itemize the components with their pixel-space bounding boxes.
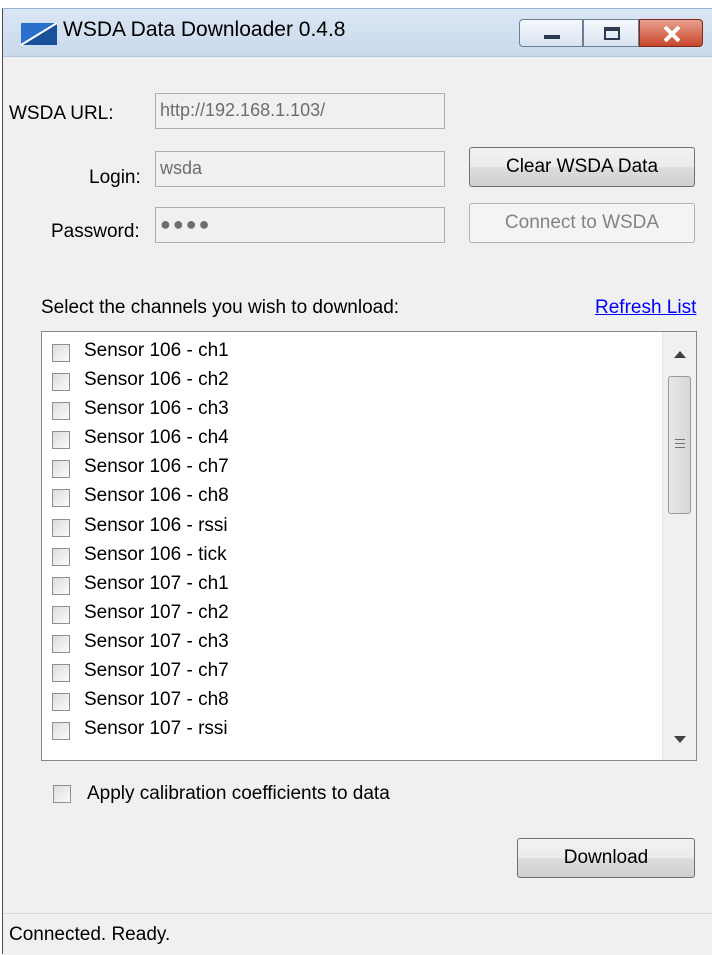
app-window: WSDA Data Downloader 0.4.8 WSDA URL: htt…	[2, 8, 712, 955]
channel-checkbox[interactable]	[52, 344, 70, 362]
channel-list-item[interactable]: Sensor 106 - ch7	[42, 456, 662, 485]
channel-list-item[interactable]: Sensor 106 - ch3	[42, 398, 662, 427]
login-label: Login:	[89, 167, 141, 188]
channel-checkbox[interactable]	[52, 693, 70, 712]
scroll-up-arrow-icon[interactable]	[663, 336, 697, 370]
channel-list-item[interactable]: Sensor 106 - ch4	[42, 427, 662, 456]
grip-line	[675, 439, 685, 440]
maximize-button[interactable]	[583, 19, 639, 47]
window-title: WSDA Data Downloader 0.4.8	[63, 18, 346, 41]
channel-list-item[interactable]: Sensor 107 - rssi	[42, 718, 662, 747]
channel-label: Sensor 106 - ch3	[84, 398, 229, 420]
channel-list-item[interactable]: Sensor 107 - ch8	[42, 689, 662, 718]
login-field[interactable]: wsda	[155, 151, 445, 187]
connect-to-wsda-button[interactable]: Connect to WSDA	[469, 203, 695, 243]
close-icon	[663, 25, 681, 43]
maximize-icon	[604, 27, 620, 40]
vertical-scrollbar[interactable]	[662, 332, 696, 760]
channel-label: Sensor 106 - ch2	[84, 369, 229, 391]
channel-list-item[interactable]: Sensor 107 - ch3	[42, 631, 662, 660]
channel-label: Sensor 107 - ch3	[84, 630, 229, 652]
channel-checkbox[interactable]	[52, 431, 70, 450]
channel-checkbox[interactable]	[52, 605, 70, 624]
password-field[interactable]: ●●●●	[155, 207, 445, 243]
channel-list-item[interactable]: Sensor 106 - ch1	[42, 340, 662, 369]
title-bar[interactable]: WSDA Data Downloader 0.4.8	[3, 9, 712, 57]
channel-checkbox[interactable]	[52, 722, 70, 741]
channel-list-item[interactable]: Sensor 107 - ch7	[42, 660, 662, 689]
channel-listbox[interactable]: Sensor 106 - ch1 Sensor 106 - ch2 Sensor 1…	[41, 331, 697, 761]
channel-list-item[interactable]: Sensor 106 - rssi	[42, 515, 662, 544]
channel-list-item[interactable]: Sensor 106 - tick	[42, 544, 662, 573]
download-button[interactable]: Download	[517, 838, 695, 878]
scroll-down-arrow-icon[interactable]	[663, 724, 697, 758]
channel-list-item[interactable]: Sensor 107 - ch2	[42, 602, 662, 631]
status-bar: Connected. Ready.	[3, 913, 712, 955]
channel-label: Sensor 107 - rssi	[84, 718, 228, 740]
channel-label: Sensor 107 - ch1	[84, 572, 229, 594]
channel-checkbox[interactable]	[52, 460, 70, 479]
channel-checkbox[interactable]	[52, 547, 70, 566]
channel-select-prompt: Select the channels you wish to download…	[41, 297, 400, 318]
channel-checkbox[interactable]	[52, 634, 70, 653]
channel-list-item[interactable]: Sensor 106 - ch2	[42, 369, 662, 398]
channel-list-item[interactable]: Sensor 106 - ch8	[42, 485, 662, 514]
channel-label: Sensor 107 - ch2	[84, 601, 229, 623]
channel-checkbox[interactable]	[52, 373, 70, 392]
app-icon	[20, 22, 58, 46]
channel-label: Sensor 106 - ch4	[84, 427, 229, 449]
channel-label: Sensor 106 - tick	[84, 543, 227, 565]
channel-label: Sensor 106 - ch1	[84, 340, 229, 361]
refresh-list-link[interactable]: Refresh List	[595, 297, 696, 319]
channel-checkbox[interactable]	[52, 489, 70, 508]
channel-label: Sensor 106 - rssi	[84, 514, 228, 536]
scroll-thumb[interactable]	[668, 376, 691, 514]
channel-checkbox[interactable]	[52, 664, 70, 683]
url-label: WSDA URL:	[9, 103, 114, 124]
channel-checkbox[interactable]	[52, 402, 70, 421]
status-text: Connected. Ready.	[9, 924, 171, 945]
channel-list: Sensor 106 - ch1 Sensor 106 - ch2 Sensor 1…	[42, 340, 662, 747]
minimize-button[interactable]	[519, 19, 583, 47]
grip-line	[675, 447, 685, 448]
close-button[interactable]	[639, 19, 703, 47]
channel-label: Sensor 106 - ch8	[84, 485, 229, 507]
grip-line	[675, 443, 685, 444]
channel-label: Sensor 107 - ch8	[84, 689, 229, 711]
calibration-label: Apply calibration coefficients to data	[87, 783, 390, 804]
channel-checkbox[interactable]	[52, 518, 70, 537]
url-field[interactable]: http://192.168.1.103/	[155, 93, 445, 129]
calibration-checkbox[interactable]	[53, 785, 71, 803]
password-label: Password:	[51, 221, 140, 242]
clear-wsda-data-button[interactable]: Clear WSDA Data	[469, 147, 695, 187]
channel-checkbox[interactable]	[52, 576, 70, 595]
channel-label: Sensor 107 - ch7	[84, 660, 229, 682]
channel-label: Sensor 106 - ch7	[84, 456, 229, 478]
channel-list-item[interactable]: Sensor 107 - ch1	[42, 573, 662, 602]
minimize-icon	[544, 35, 560, 39]
